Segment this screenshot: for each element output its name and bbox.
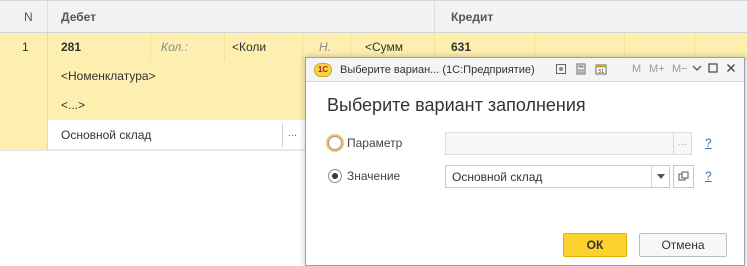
- memory-button[interactable]: M: [632, 63, 641, 75]
- row-number-cell: [0, 61, 47, 150]
- fill-option-dialog: 1С Выберите вариан... (1С:Предприятие) 3…: [305, 57, 745, 266]
- close-icon[interactable]: [724, 63, 738, 77]
- subconto-nomenclature[interactable]: <Номенклатура>: [61, 69, 156, 83]
- app-logo-icon: 1С: [314, 63, 332, 77]
- column-header-n[interactable]: N: [24, 10, 33, 24]
- quantity-label: Кол.:: [161, 40, 188, 54]
- value-field[interactable]: Основной склад: [445, 165, 670, 188]
- sum-value[interactable]: <Сумм: [365, 40, 403, 54]
- subconto-warehouse[interactable]: Основной склад: [61, 128, 151, 142]
- link-icon[interactable]: [554, 63, 568, 77]
- subconto-placeholder[interactable]: <...>: [61, 98, 85, 112]
- kredit-account[interactable]: 631: [451, 40, 471, 54]
- cell-divider: [302, 33, 303, 61]
- radio-parameter[interactable]: [328, 136, 342, 150]
- value-help-link[interactable]: ?: [705, 169, 712, 183]
- dialog-window-title: Выберите вариан... (1С:Предприятие): [340, 64, 535, 76]
- radio-parameter-label[interactable]: Параметр: [347, 136, 402, 150]
- memory-minus-button[interactable]: M−: [672, 63, 688, 75]
- parameter-select-button[interactable]: ...: [673, 133, 691, 154]
- dialog-titlebar[interactable]: 1С Выберите вариан... (1С:Предприятие) 3…: [306, 58, 744, 82]
- maximize-icon[interactable]: [706, 63, 720, 77]
- select-button[interactable]: ...: [282, 123, 302, 147]
- dialog-heading: Выберите вариант заполнения: [327, 95, 586, 115]
- ok-button[interactable]: ОК: [563, 233, 627, 257]
- radio-selected-dot: [332, 173, 338, 179]
- value-field-value: Основной склад: [452, 170, 543, 184]
- menu-icon[interactable]: [690, 63, 704, 77]
- column-header-kredit[interactable]: Кредит: [451, 10, 493, 24]
- calendar-icon[interactable]: 31: [594, 63, 608, 77]
- row-number: 1: [22, 40, 29, 54]
- row-divider: [0, 150, 305, 151]
- cancel-button[interactable]: Отмена: [639, 233, 727, 257]
- open-value-button[interactable]: [673, 165, 694, 188]
- n-label: Н.: [319, 40, 331, 54]
- radio-value[interactable]: [328, 169, 342, 183]
- column-divider: [434, 0, 435, 33]
- table-header: N Дебет Кредит: [0, 0, 747, 33]
- column-divider: [47, 0, 48, 33]
- column-divider: [47, 33, 48, 150]
- parameter-help-link[interactable]: ?: [705, 136, 712, 150]
- calculator-icon[interactable]: [574, 63, 588, 77]
- radio-value-label[interactable]: Значение: [347, 169, 400, 183]
- parameter-field[interactable]: ...: [445, 132, 692, 155]
- cell-divider: [150, 33, 151, 61]
- dropdown-arrow-icon[interactable]: [651, 166, 669, 187]
- memory-plus-button[interactable]: M+: [649, 63, 665, 75]
- debet-account[interactable]: 281: [61, 40, 81, 54]
- quantity-value[interactable]: <Коли: [232, 40, 266, 54]
- cell-divider: [224, 33, 225, 61]
- subconto-cell: [47, 91, 305, 119]
- svg-text:31: 31: [598, 69, 604, 75]
- column-header-debet[interactable]: Дебет: [61, 10, 96, 24]
